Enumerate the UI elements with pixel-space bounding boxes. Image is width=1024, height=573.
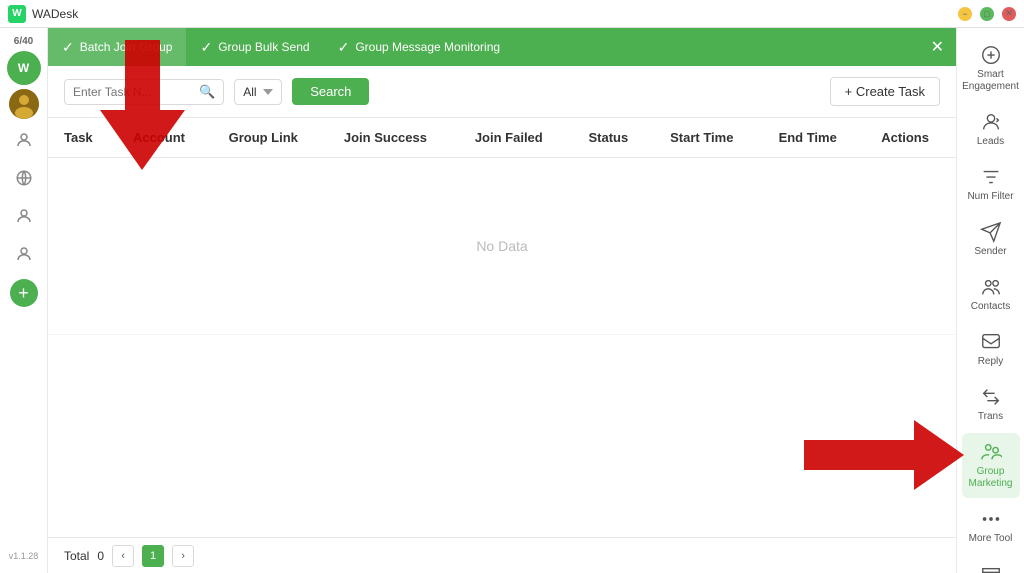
main-avatar[interactable]: W — [7, 51, 41, 85]
prev-page-button[interactable]: ‹ — [112, 545, 134, 567]
create-task-button[interactable]: + Create Task — [830, 77, 940, 106]
tab-group-message-monitoring[interactable]: ✓ Group Message Monitoring — [324, 28, 514, 66]
toolbar: 🔍 All Search + Create Task — [48, 66, 956, 118]
sidebar-item-leads[interactable]: Leads — [962, 103, 1020, 156]
search-button[interactable]: Search — [292, 78, 369, 105]
tab-bulk-send-icon: ✓ — [200, 39, 212, 56]
next-page-button[interactable]: › — [172, 545, 194, 567]
app-logo: W — [8, 5, 26, 23]
search-input[interactable] — [73, 85, 193, 99]
page-1-button[interactable]: 1 — [142, 545, 164, 567]
group-marketing-label: Group Marketing — [966, 466, 1016, 490]
more-tool-label: More Tool — [969, 533, 1013, 545]
col-task: Task — [48, 118, 117, 158]
trans-label: Trans — [978, 411, 1003, 423]
reply-icon — [980, 331, 1002, 353]
search-input-wrap[interactable]: 🔍 — [64, 79, 224, 105]
tab-batch-join-label: Batch Join Group — [80, 40, 173, 54]
sidebar-item-num-filter[interactable]: Num Filter — [962, 158, 1020, 211]
sidebar-contacts-icon[interactable] — [7, 123, 41, 157]
sidebar-item-more-tool[interactable]: More Tool — [962, 500, 1020, 553]
sidebar-item-group-marketing[interactable]: Group Marketing — [962, 433, 1020, 498]
col-join-success: Join Success — [328, 118, 459, 158]
sidebar-person2-icon[interactable] — [7, 237, 41, 271]
sidebar-item-contacts[interactable]: Contacts — [962, 268, 1020, 321]
col-actions: Actions — [865, 118, 956, 158]
leads-icon — [980, 111, 1002, 133]
account-counter: 6/40 — [14, 36, 33, 47]
sidebar-item-trans[interactable]: Trans — [962, 378, 1020, 431]
search-icon: 🔍 — [199, 84, 215, 100]
smart-engagement-icon — [980, 44, 1002, 66]
table-header-row: Task Account Group Link Join Success Joi… — [48, 118, 956, 158]
total-label: Total — [64, 549, 89, 563]
right-sidebar: Smart Engagement Leads Num Filter Sender — [956, 28, 1024, 573]
tab-bar: ✓ Batch Join Group ✓ Group Bulk Send ✓ G… — [48, 28, 956, 66]
add-account-button[interactable]: + — [10, 279, 38, 307]
footer: Total 0 ‹ 1 › — [48, 537, 956, 573]
leads-label: Leads — [977, 136, 1004, 148]
table-wrap: Task Account Group Link Join Success Joi… — [48, 118, 956, 537]
left-sidebar: 6/40 W + v1.1.28 — [0, 28, 48, 573]
col-status: Status — [572, 118, 654, 158]
window-controls: − □ ✕ — [958, 7, 1016, 21]
tab-batch-join-group[interactable]: ✓ Batch Join Group — [48, 28, 186, 66]
sidebar-person-icon[interactable] — [7, 199, 41, 233]
content-area: ✓ Batch Join Group ✓ Group Bulk Send ✓ G… — [48, 28, 956, 573]
filter-select[interactable]: All — [234, 79, 282, 105]
version-label: v1.1.28 — [9, 551, 39, 561]
sidebar-item-reply[interactable]: Reply — [962, 323, 1020, 376]
tab-monitoring-label: Group Message Monitoring — [355, 40, 500, 54]
title-bar: W WADesk − □ ✕ — [0, 0, 1024, 28]
archive-icon — [980, 565, 1002, 573]
tab-group-bulk-send[interactable]: ✓ Group Bulk Send — [186, 28, 323, 66]
sidebar-item-archive[interactable] — [962, 557, 1020, 573]
tasks-table: Task Account Group Link Join Success Joi… — [48, 118, 956, 335]
contacts-label: Contacts — [971, 301, 1010, 313]
contacts-icon — [980, 276, 1002, 298]
more-tool-icon — [980, 508, 1002, 530]
reply-label: Reply — [978, 356, 1004, 368]
tab-batch-join-icon: ✓ — [62, 39, 74, 56]
minimize-button[interactable]: − — [958, 7, 972, 21]
group-marketing-icon — [980, 441, 1002, 463]
empty-state-row: No Data — [48, 158, 956, 335]
close-button[interactable]: ✕ — [1002, 7, 1016, 21]
no-data-text: No Data — [48, 158, 956, 335]
col-account: Account — [117, 118, 213, 158]
col-end-time: End Time — [763, 118, 866, 158]
col-start-time: Start Time — [654, 118, 762, 158]
num-filter-label: Num Filter — [967, 191, 1013, 203]
sidebar-globe-icon[interactable] — [7, 161, 41, 195]
tab-monitoring-icon: ✓ — [338, 39, 350, 56]
trans-icon — [980, 386, 1002, 408]
total-count: 0 — [97, 549, 104, 563]
num-filter-icon — [980, 166, 1002, 188]
tab-bar-close-button[interactable]: ✕ — [927, 33, 948, 61]
sender-icon — [980, 221, 1002, 243]
app-title: WADesk — [32, 7, 78, 21]
user-avatar[interactable] — [9, 89, 39, 119]
sender-label: Sender — [974, 246, 1006, 258]
smart-engagement-label: Smart Engagement — [962, 69, 1019, 93]
sidebar-item-smart-engagement[interactable]: Smart Engagement — [962, 36, 1020, 101]
sidebar-item-sender[interactable]: Sender — [962, 213, 1020, 266]
maximize-button[interactable]: □ — [980, 7, 994, 21]
col-join-failed: Join Failed — [459, 118, 573, 158]
tab-bulk-send-label: Group Bulk Send — [218, 40, 309, 54]
col-group-link: Group Link — [213, 118, 328, 158]
